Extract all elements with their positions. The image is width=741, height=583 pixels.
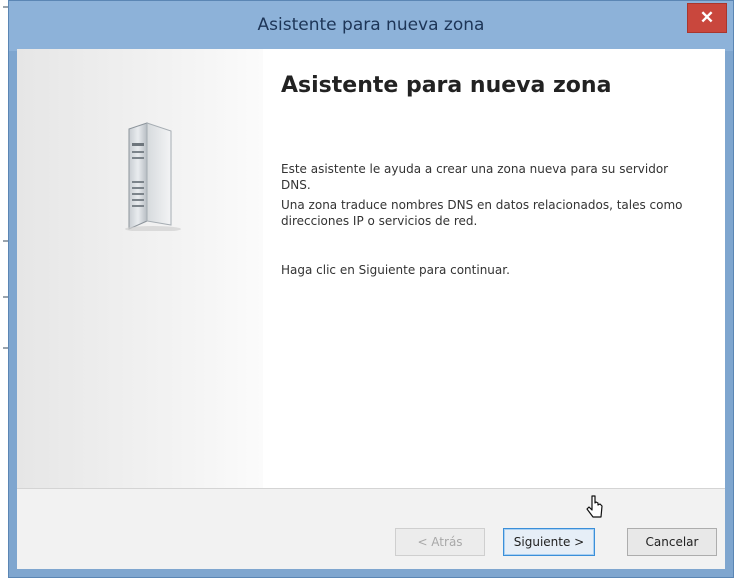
next-button[interactable]: Siguiente > bbox=[503, 528, 595, 556]
wizard-heading: Asistente para nueva zona bbox=[281, 73, 612, 98]
window-title: Asistente para nueva zona bbox=[257, 15, 485, 35]
intro-paragraph: Este asistente le ayuda a crear una zona… bbox=[281, 162, 669, 192]
wizard-window: Asistente para nueva zona ✕ Asistente pa… bbox=[8, 0, 734, 578]
back-button[interactable]: < Atrás bbox=[395, 528, 485, 556]
mouse-pointer-icon bbox=[586, 495, 603, 518]
wizard-content: Asistente para nueva zona Este asistente… bbox=[17, 49, 725, 488]
cancel-button[interactable]: Cancelar bbox=[627, 528, 717, 556]
close-icon: ✕ bbox=[699, 8, 715, 27]
wizard-side-panel bbox=[17, 49, 263, 488]
server-tower-icon bbox=[125, 122, 181, 231]
close-button[interactable]: ✕ bbox=[687, 3, 727, 33]
wizard-client-area: Asistente para nueva zona Este asistente… bbox=[17, 49, 725, 569]
title-bar[interactable]: Asistente para nueva zona ✕ bbox=[9, 1, 733, 51]
instruction-paragraph: Haga clic en Siguiente para continuar. bbox=[281, 263, 510, 277]
footer-separator bbox=[17, 488, 725, 489]
description-paragraph: Una zona traduce nombres DNS en datos re… bbox=[281, 198, 683, 228]
